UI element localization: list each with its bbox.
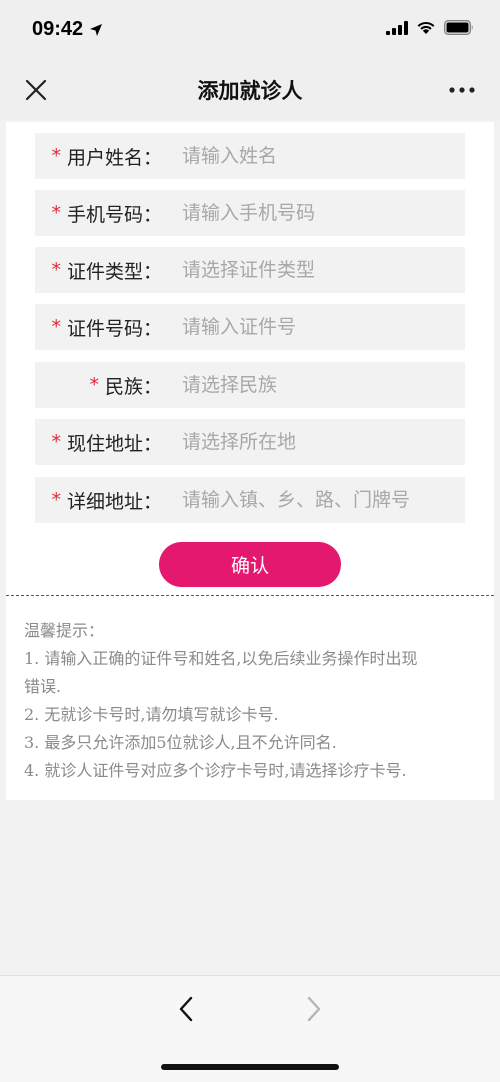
required-mark: * [51, 489, 61, 511]
field-label-phone: * 手机号码： [51, 190, 162, 236]
form-row-ethnicity: * 民族： [35, 362, 465, 408]
form-row-name: * 用户姓名： [35, 133, 465, 179]
id-type-select[interactable] [182, 247, 462, 293]
tip-line: 2. 无就诊卡号时,请勿填写就诊卡号. [24, 705, 279, 724]
status-bar: 09:42 [0, 0, 500, 62]
field-label-text: 用户姓名： [66, 146, 162, 169]
required-mark: * [51, 202, 61, 224]
required-mark: * [51, 431, 61, 453]
page-title: 添加就诊人 [197, 79, 303, 103]
tip-line: 4. 就诊人证件号对应多个诊疗卡号时,请选择诊疗卡号. [24, 761, 407, 780]
phone-input[interactable] [182, 190, 462, 236]
form-row-phone: * 手机号码： [35, 190, 465, 236]
form-row-detail-address: * 详细地址： [35, 477, 465, 523]
required-mark: * [51, 316, 61, 338]
tip-line: 1. 请输入正确的证件号和姓名,以免后续业务操作时出现 [24, 649, 418, 668]
field-label-text: 现住地址： [66, 432, 162, 455]
location-arrow-icon [90, 23, 103, 36]
required-mark: * [51, 145, 61, 167]
current-address-select[interactable] [182, 419, 462, 465]
cellular-signal-icon [386, 20, 408, 35]
status-time-group: 09:42 [32, 18, 103, 41]
tips-section: 温馨提示： 1. 请输入正确的证件号和姓名,以免后续业务操作时出现 错误. 2.… [24, 617, 484, 785]
nav-bar: 添加就诊人 [0, 62, 500, 120]
chevron-left-icon [179, 996, 193, 1022]
required-mark: * [51, 259, 61, 281]
patient-form-card: * 用户姓名： * 手机号码： * 证件类型： * 证件号码： * 民族： [6, 122, 494, 800]
dashed-divider [6, 595, 494, 596]
field-label-detail-address: * 详细地址： [51, 477, 162, 523]
form-row-id-number: * 证件号码： [35, 304, 465, 350]
name-input[interactable] [182, 133, 462, 179]
more-button[interactable] [446, 76, 478, 104]
status-indicators [386, 20, 474, 35]
back-button[interactable] [170, 992, 202, 1026]
field-label-id-type: * 证件类型： [51, 247, 162, 293]
required-mark: * [89, 374, 99, 396]
field-label-text: 详细地址： [66, 490, 162, 513]
home-indicator [161, 1064, 339, 1070]
more-dots-icon [449, 87, 475, 93]
bottom-toolbar [0, 975, 500, 1082]
field-label-text: 手机号码： [66, 203, 162, 226]
forward-button[interactable] [298, 992, 330, 1026]
battery-icon [444, 20, 473, 35]
wifi-icon [417, 21, 435, 34]
tip-line: 错误. [24, 677, 62, 696]
detail-address-input[interactable] [182, 477, 462, 523]
tips-title: 温馨提示： [24, 621, 105, 640]
id-number-input[interactable] [182, 304, 462, 350]
ethnicity-select[interactable] [182, 362, 462, 408]
chevron-right-icon [307, 996, 321, 1022]
field-label-text: 证件类型： [66, 260, 162, 283]
field-label-text: 民族： [104, 375, 162, 398]
field-label-name: * 用户姓名： [51, 133, 162, 179]
field-label-text: 证件号码： [66, 317, 162, 340]
status-time: 09:42 [32, 18, 84, 40]
form-row-current-address: * 现住地址： [35, 419, 465, 465]
tip-line: 3. 最多只允许添加5位就诊人,且不允许同名. [24, 733, 337, 752]
field-label-id-number: * 证件号码： [51, 304, 162, 350]
confirm-button[interactable]: 确认 [159, 542, 341, 587]
field-label-ethnicity: * 民族： [89, 362, 162, 408]
form-row-id-type: * 证件类型： [35, 247, 465, 293]
field-label-current-address: * 现住地址： [51, 419, 162, 465]
